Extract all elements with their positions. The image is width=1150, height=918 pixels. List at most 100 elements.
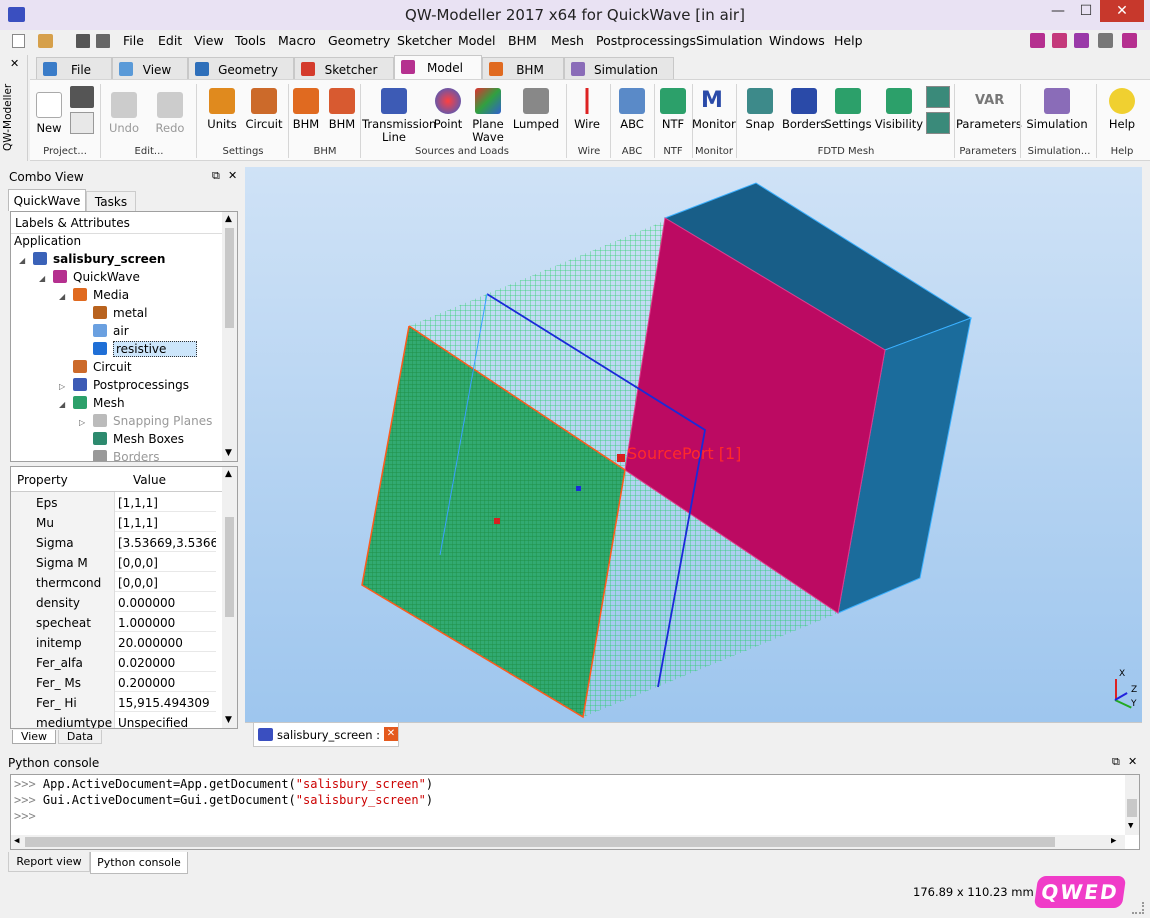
property-value[interactable]: 1.000000 bbox=[118, 616, 216, 630]
menu-macro[interactable]: Macro bbox=[278, 33, 316, 48]
lumped-button[interactable]: Lumped bbox=[512, 88, 560, 131]
undock-icon[interactable]: ⧉ bbox=[1112, 755, 1120, 769]
tree-item-salisbury-screen[interactable]: ◢ salisbury_screen bbox=[19, 252, 165, 270]
collapse-arrow-icon[interactable]: ◢ bbox=[59, 400, 71, 409]
resize-grip-icon[interactable] bbox=[1132, 902, 1144, 914]
tab-quickwave[interactable]: QuickWave bbox=[8, 189, 86, 211]
tab-file[interactable]: File bbox=[36, 57, 112, 79]
property-value[interactable]: 0.200000 bbox=[118, 676, 216, 690]
units-button[interactable]: Units bbox=[202, 88, 242, 131]
plane-wave-button[interactable]: Plane Wave bbox=[470, 88, 506, 144]
group-edit[interactable]: Edit... bbox=[104, 146, 194, 157]
property-value[interactable]: [0,0,0] bbox=[118, 576, 216, 590]
tree-item-metal[interactable]: metal bbox=[79, 306, 147, 324]
menu-edit[interactable]: Edit bbox=[158, 33, 182, 48]
close-button[interactable]: ✕ bbox=[1100, 0, 1144, 22]
property-row[interactable]: Fer_alfa 0.020000 bbox=[11, 652, 216, 672]
property-row[interactable]: Mu [1,1,1] bbox=[11, 512, 216, 532]
ntf-button[interactable]: NTF bbox=[656, 88, 690, 131]
scroll-up-icon[interactable]: ▲ bbox=[225, 469, 232, 479]
tree-item-borders[interactable]: Borders bbox=[79, 450, 159, 461]
undock-icon[interactable]: ⧉ bbox=[212, 169, 220, 183]
console-scrollbar-v[interactable]: ▼ bbox=[1125, 775, 1139, 835]
expand-arrow-icon[interactable]: ▷ bbox=[59, 382, 71, 391]
tree-item-mesh-boxes[interactable]: Mesh Boxes bbox=[79, 432, 184, 450]
collapse-arrow-icon[interactable]: ◢ bbox=[19, 256, 31, 265]
tree-item-circuit[interactable]: Circuit bbox=[59, 360, 132, 378]
menu-sketcher[interactable]: Sketcher bbox=[397, 33, 452, 48]
new-button[interactable]: New bbox=[34, 92, 64, 135]
minimize-button[interactable]: — bbox=[1044, 0, 1072, 22]
property-value[interactable]: Unspecified bbox=[118, 716, 216, 728]
tab-geometry[interactable]: Geometry bbox=[188, 57, 294, 79]
new-doc-icon[interactable] bbox=[12, 34, 25, 48]
tab-view-bottom[interactable]: View bbox=[12, 730, 56, 744]
qw-icon-1[interactable] bbox=[1030, 33, 1045, 48]
property-row[interactable]: mediumtype Unspecified bbox=[11, 712, 216, 728]
menu-view[interactable]: View bbox=[194, 33, 224, 48]
tree-item-postprocessings[interactable]: ▷ Postprocessings bbox=[59, 378, 189, 396]
menu-simulation[interactable]: Simulation bbox=[696, 33, 763, 48]
bhm-dropdown-button[interactable]: BHM bbox=[286, 88, 326, 131]
point-button[interactable]: Point bbox=[428, 88, 468, 131]
sidebar-close-icon[interactable]: ✕ bbox=[10, 57, 19, 70]
property-row[interactable]: Eps [1,1,1] bbox=[11, 492, 216, 512]
transmission-line-button[interactable]: Transmission Line bbox=[362, 88, 436, 144]
property-row[interactable]: Sigma M [0,0,0] bbox=[11, 552, 216, 572]
redo-button[interactable]: Redo bbox=[148, 92, 192, 135]
tree-item-resistive[interactable]: resistive bbox=[79, 341, 198, 360]
scroll-down-icon[interactable]: ▼ bbox=[225, 715, 232, 725]
menu-file[interactable]: File bbox=[123, 33, 144, 48]
menu-geometry[interactable]: Geometry bbox=[328, 33, 390, 48]
tree-item-snapping-planes[interactable]: ▷ Snapping Planes bbox=[79, 414, 212, 432]
group-simulation[interactable]: Simulation... bbox=[1024, 146, 1094, 157]
settings-button[interactable]: Settings bbox=[824, 88, 872, 131]
3d-viewport[interactable]: SourcePort [1] X Z Y bbox=[245, 167, 1142, 722]
abc-button[interactable]: ABC bbox=[612, 88, 652, 131]
snap-button[interactable]: Snap bbox=[742, 88, 778, 131]
tree-scrollbar[interactable]: ▲ ▼ bbox=[222, 212, 237, 461]
wire-button[interactable]: Wire bbox=[568, 88, 606, 131]
property-value[interactable]: [3.53669,3.53669,... bbox=[118, 536, 216, 550]
menu-bhm[interactable]: BHM bbox=[508, 33, 537, 48]
tree-item-mesh[interactable]: ◢ Mesh bbox=[59, 396, 125, 414]
scroll-thumb[interactable] bbox=[25, 837, 1055, 847]
property-row[interactable]: density 0.000000 bbox=[11, 592, 216, 612]
borders-button[interactable]: Borders bbox=[782, 88, 827, 131]
scroll-down-icon[interactable]: ▼ bbox=[225, 448, 232, 458]
scroll-down-icon[interactable]: ▼ bbox=[1128, 821, 1133, 831]
doc-tab[interactable]: salisbury_screen : 1 ✕ bbox=[253, 723, 399, 747]
props-scrollbar[interactable]: ▲ ▼ bbox=[222, 467, 237, 728]
property-value[interactable]: 20.000000 bbox=[118, 636, 216, 650]
save-icon[interactable] bbox=[70, 86, 94, 108]
export-icon[interactable] bbox=[70, 112, 94, 134]
console-line[interactable]: >>> bbox=[14, 809, 36, 823]
property-value[interactable]: [1,1,1] bbox=[118, 516, 216, 530]
qw-icon-3[interactable] bbox=[1074, 33, 1089, 48]
save-as-icon[interactable] bbox=[96, 34, 110, 48]
tree-item-quickwave[interactable]: ◢ QuickWave bbox=[39, 270, 140, 288]
tab-tasks[interactable]: Tasks bbox=[86, 191, 136, 211]
scroll-right-icon[interactable]: ▶ bbox=[1111, 836, 1116, 846]
console-scrollbar-h[interactable]: ◀ ▶ bbox=[11, 835, 1125, 849]
property-value[interactable]: 0.020000 bbox=[118, 656, 216, 670]
property-value[interactable]: [0,0,0] bbox=[118, 556, 216, 570]
property-row[interactable]: Fer_ Ms 0.200000 bbox=[11, 672, 216, 692]
undo-button[interactable]: Undo bbox=[102, 92, 146, 135]
property-row[interactable]: specheat 1.000000 bbox=[11, 612, 216, 632]
menu-model[interactable]: Model bbox=[458, 33, 496, 48]
menu-postprocessings[interactable]: Postprocessings bbox=[596, 33, 696, 48]
menu-windows[interactable]: Windows bbox=[769, 33, 825, 48]
menu-mesh[interactable]: Mesh bbox=[551, 33, 584, 48]
qw-icon-5[interactable] bbox=[1122, 33, 1137, 48]
tab-simulation[interactable]: Simulation bbox=[564, 57, 674, 79]
scroll-thumb[interactable] bbox=[225, 228, 234, 328]
doc-close-icon[interactable]: ✕ bbox=[384, 727, 398, 741]
property-value[interactable]: 0.000000 bbox=[118, 596, 216, 610]
tree-item-air[interactable]: air bbox=[79, 324, 129, 342]
property-value[interactable]: 15,915.494309 bbox=[118, 696, 216, 710]
menu-tools[interactable]: Tools bbox=[235, 33, 266, 48]
help-button[interactable]: Help bbox=[1102, 88, 1142, 131]
save-icon[interactable] bbox=[76, 34, 90, 48]
tab-sketcher[interactable]: Sketcher bbox=[294, 57, 394, 79]
